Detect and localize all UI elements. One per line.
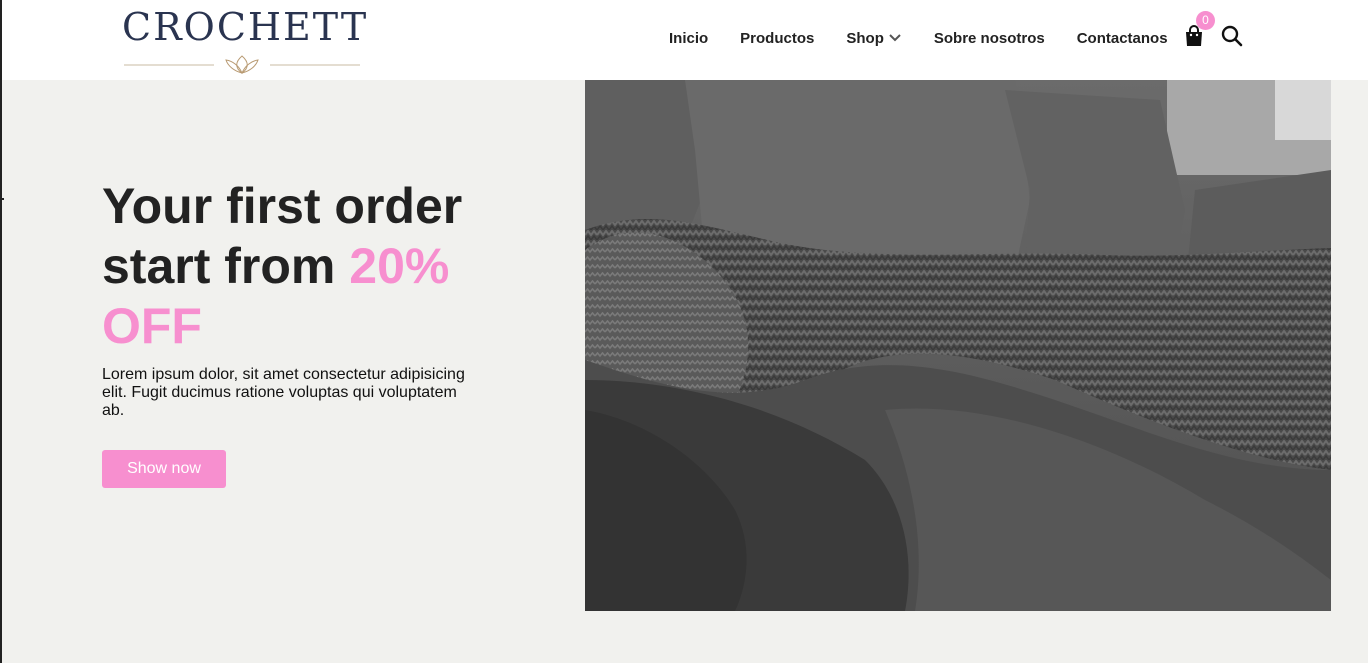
nav-contactanos[interactable]: Contactanos	[1077, 30, 1168, 47]
nav-sobre-nosotros[interactable]: Sobre nosotros	[934, 30, 1045, 47]
logo-text: CROCHETT	[122, 5, 369, 49]
logo[interactable]: CROCHETT	[122, 4, 369, 76]
nav-inicio[interactable]: Inicio	[669, 30, 708, 47]
page-left-border	[0, 0, 2, 663]
hero-title: Your first order start from 20% OFF	[102, 176, 542, 356]
lotus-ornament-icon	[124, 55, 360, 74]
chevron-down-icon	[889, 34, 901, 42]
hero-description: Lorem ipsum dolor, sit amet consectetur …	[102, 366, 465, 419]
hero-title-line2: start from	[102, 238, 350, 294]
show-now-button[interactable]: Show now	[102, 450, 226, 488]
site-header: CROCHETT Inicio Productos Shop Sobre nos…	[2, 0, 1368, 80]
main-nav: Inicio Productos Shop Sobre nosotros Con…	[669, 25, 1168, 51]
search-icon[interactable]	[1220, 24, 1244, 48]
nav-shop[interactable]: Shop	[846, 30, 902, 47]
hero-image	[585, 80, 1331, 611]
nav-shop-label: Shop	[846, 29, 884, 47]
nav-productos[interactable]: Productos	[740, 30, 814, 47]
hero-title-line1: Your first order	[102, 178, 463, 234]
cart-count-badge: 0	[1196, 11, 1215, 30]
page-left-notch	[0, 198, 4, 200]
